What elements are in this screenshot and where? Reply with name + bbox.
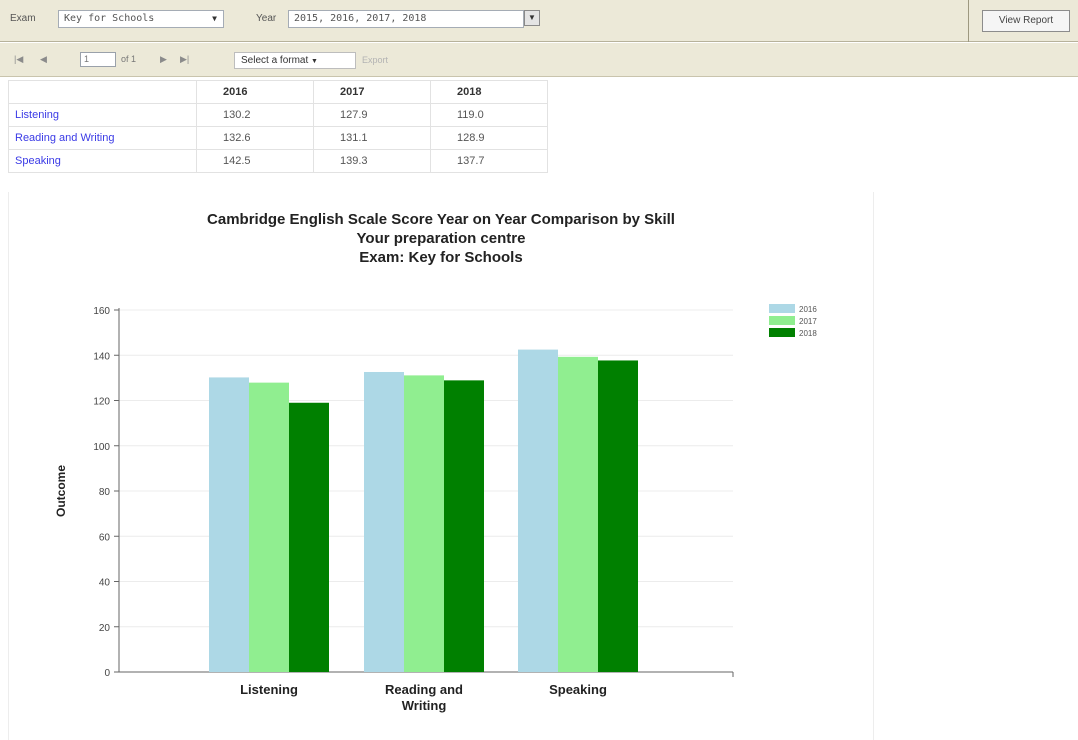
table-header-cell: 2017 (313, 80, 431, 104)
y-tick-label: 60 (99, 532, 111, 543)
chart-title-line: Cambridge English Scale Score Year on Ye… (207, 211, 675, 228)
parameter-bar: Exam Key for Schools ▼ Year 2015, 2016, … (0, 0, 1078, 42)
row-label-link[interactable]: Speaking (8, 149, 197, 173)
last-page-icon[interactable]: ▶| (180, 54, 189, 65)
table-cell: 139.3 (313, 149, 431, 173)
table-cell: 127.9 (313, 103, 431, 127)
chevron-down-icon: ▼ (311, 58, 318, 65)
first-page-icon[interactable]: |◀ (14, 54, 23, 65)
bar (444, 380, 484, 672)
table-cell: 119.0 (430, 103, 548, 127)
chevron-down-icon: ▼ (528, 13, 536, 22)
report-toolbar: |◀ ◀ 1 of 1 ▶ ▶| Select a format ▼ Expor… (0, 43, 1078, 77)
format-select-value: Select a format (241, 55, 309, 66)
row-label-link[interactable]: Reading and Writing (8, 126, 197, 150)
x-category-label: Listening (240, 682, 298, 697)
x-category-label: Writing (402, 698, 447, 713)
chart-title-line: Exam: Key for Schools (359, 249, 522, 266)
table-cell: 132.6 (196, 126, 314, 150)
view-report-button[interactable]: View Report (982, 10, 1070, 32)
bar (404, 375, 444, 672)
table-header-cell: 2018 (430, 80, 548, 104)
scores-table: 2016 2017 2018 Listening 130.2 127.9 119… (8, 80, 548, 173)
y-tick-label: 100 (93, 442, 110, 453)
year-label: Year (256, 13, 277, 24)
table-row: Listening 130.2 127.9 119.0 (8, 103, 548, 127)
bar (209, 377, 249, 672)
exam-label: Exam (10, 13, 36, 24)
table-cell: 142.5 (196, 149, 314, 173)
y-tick-label: 120 (93, 397, 110, 408)
table-row: Reading and Writing 132.6 131.1 128.9 (8, 126, 548, 150)
divider (968, 0, 969, 42)
row-label-link[interactable]: Listening (8, 103, 197, 127)
table-cell: 130.2 (196, 103, 314, 127)
page-count: of 1 (121, 54, 137, 64)
previous-page-icon[interactable]: ◀ (40, 54, 47, 65)
year-dropdown-button[interactable]: ▼ (524, 10, 540, 26)
x-category-label: Reading and (385, 682, 463, 697)
bar (598, 360, 638, 672)
bar (249, 382, 289, 672)
legend-label: 2017 (799, 317, 817, 326)
y-tick-label: 140 (93, 351, 110, 362)
bar (558, 356, 598, 672)
legend-swatch (769, 316, 795, 325)
bar (364, 371, 404, 672)
page-number-input[interactable]: 1 (80, 52, 116, 67)
bar (518, 349, 558, 672)
year-select[interactable]: 2015, 2016, 2017, 2018 (288, 10, 524, 28)
bar-chart: Cambridge English Scale Score Year on Ye… (54, 211, 817, 713)
table-cell: 137.7 (430, 149, 548, 173)
y-axis-label: Outcome (54, 465, 68, 517)
table-header-row: 2016 2017 2018 (8, 80, 548, 104)
table-header-cell (8, 80, 197, 104)
exam-select[interactable]: Key for Schools ▼ (58, 10, 224, 28)
table-row: Speaking 142.5 139.3 137.7 (8, 149, 548, 173)
y-tick-label: 40 (99, 578, 111, 589)
y-tick-label: 0 (104, 668, 110, 679)
table-cell: 128.9 (430, 126, 548, 150)
legend-swatch (769, 328, 795, 337)
table-cell: 131.1 (313, 126, 431, 150)
export-format-select[interactable]: Select a format ▼ (234, 52, 356, 69)
chevron-down-icon: ▼ (212, 14, 217, 23)
legend-label: 2018 (799, 329, 817, 338)
year-select-value: 2015, 2016, 2017, 2018 (294, 13, 427, 24)
table-header-cell: 2016 (196, 80, 314, 104)
legend-swatch (769, 304, 795, 313)
x-category-label: Speaking (549, 682, 607, 697)
y-tick-label: 80 (99, 487, 111, 498)
next-page-icon[interactable]: ▶ (160, 54, 167, 65)
chart-title-line: Your preparation centre (357, 230, 526, 247)
chart-panel: Cambridge English Scale Score Year on Ye… (8, 192, 874, 740)
legend-label: 2016 (799, 305, 817, 314)
y-tick-label: 160 (93, 306, 110, 317)
export-link[interactable]: Export (362, 55, 388, 65)
bar (289, 402, 329, 672)
exam-select-value: Key for Schools (64, 13, 155, 24)
y-tick-label: 20 (99, 623, 111, 634)
